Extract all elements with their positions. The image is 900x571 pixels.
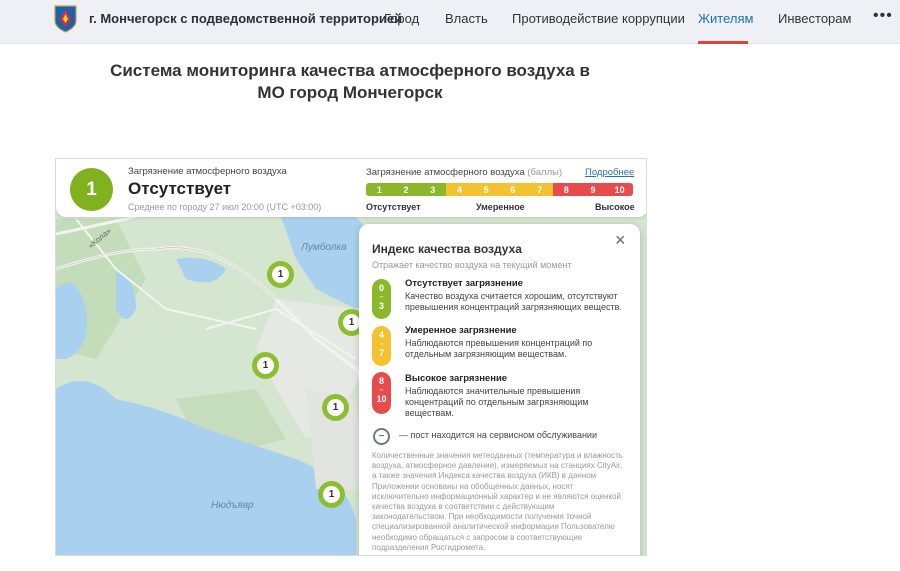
top-navigation-bar: г. Мончегорск с подведомственной террито… [0,0,900,44]
pollution-timestamp: Среднее по городу 27 июл 20:00 (UTC +03:… [128,202,322,212]
legend-text-low: Качество воздуха считается хорошим, отсу… [405,291,622,312]
service-status-text: — пост находится на сервисном обслуживан… [399,430,597,440]
marker-value: 1 [343,314,360,331]
marker-value: 1 [323,486,340,503]
scale-cell-5: 5 [472,183,500,196]
legend-range-from: 8 [378,376,384,386]
popup-subtitle: Отражает качество воздуха на текущий мом… [372,260,572,270]
page-title: Система мониторинга качества атмосферног… [110,61,590,102]
city-coat-of-arms-logo[interactable] [54,5,77,33]
scale-cell-6: 6 [499,183,527,196]
aqi-value-badge: 1 [70,168,113,211]
marker-value: 1 [272,266,289,283]
active-nav-indicator [698,41,748,44]
legend-range-from: 4 [378,330,384,340]
scale-cell-9: 9 [579,183,607,196]
scale-cell-4: 4 [446,183,473,196]
service-status-icon: − [373,428,390,445]
nav-item-city[interactable]: Город [384,11,419,26]
legend-range-dash: – [379,341,384,348]
legend-range-badge-moderate: 4 – 7 [372,326,391,366]
nav-item-authority[interactable]: Власть [445,11,488,26]
place-label-lumbolka: Лумболка [300,241,347,253]
more-menu-icon[interactable]: ••• [873,7,893,25]
disclaimer-text: Количественные значения метеоданных (тем… [372,451,623,552]
legend-title-moderate: Умеренное загрязнение [405,325,517,336]
legend-title-high: Высокое загрязнение [405,373,508,384]
nav-item-residents[interactable]: Жителям [698,11,753,26]
details-link[interactable]: Подробнее [585,167,634,178]
scale-title-text: Загрязнение атмосферного воздуха [366,167,525,178]
scale-label-mid: Умеренное [476,202,525,212]
legend-range-dash: – [379,294,384,301]
legend-range-badge-low: 0 – 3 [372,279,391,319]
legend-text-moderate: Наблюдаются превышения концентраций по о… [405,338,593,359]
air-pollution-summary-card: 1 Загрязнение атмосферного воздуха Отсут… [56,159,646,217]
close-icon[interactable]: × [615,231,626,249]
marker-value: 1 [257,357,274,374]
monitoring-station-marker[interactable]: 1 [322,394,349,421]
legend-range-from: 0 [378,283,384,293]
scale-cell-3: 3 [419,183,447,196]
legend-range-to: 10 [376,394,387,404]
scale-cell-2: 2 [392,183,420,196]
scale-label-high: Высокое [595,202,635,212]
scale-cell-1: 1 [366,183,393,196]
scale-cell-7: 7 [526,183,553,196]
pollution-status: Отсутствует [128,179,232,198]
nav-item-anticorruption[interactable]: Противодействие коррупции [512,11,685,26]
legend-range-to: 7 [378,348,384,358]
monitoring-station-marker[interactable]: 1 [252,352,279,379]
pollution-scale-bar: 1 2 3 4 5 6 7 8 9 10 [366,183,633,196]
place-label-nyudyavr: Нюдъявр [211,500,254,511]
legend-text-high: Наблюдаются значительные превышения конц… [405,386,589,418]
marker-value: 1 [327,399,344,416]
scale-cell-10: 10 [606,183,633,196]
scale-cell-8: 8 [552,183,580,196]
air-quality-widget: Лумболка Нюдъявр «Кола» 1 1 1 1 1 1 Загр… [55,158,647,556]
scale-label-low: Отсутствует [366,202,421,212]
nav-item-investors[interactable]: Инвесторам [778,11,851,26]
popup-title: Индекс качества воздуха [372,242,522,256]
legend-title-low: Отсутствует загрязнение [405,278,523,289]
scale-units: (баллы) [527,167,563,178]
legend-range-badge-high: 8 – 10 [372,372,391,414]
scale-title: Загрязнение атмосферного воздуха (баллы) [366,167,562,178]
aqi-info-popup: × Индекс качества воздуха Отражает качес… [359,224,640,555]
pollution-label: Загрязнение атмосферного воздуха [128,166,287,177]
monitoring-station-marker[interactable]: 1 [267,261,294,288]
legend-range-dash: – [379,387,384,394]
monitoring-station-marker[interactable]: 1 [318,481,345,508]
legend-range-to: 3 [378,301,384,311]
site-title[interactable]: г. Мончегорск с подведомственной террито… [89,11,402,26]
